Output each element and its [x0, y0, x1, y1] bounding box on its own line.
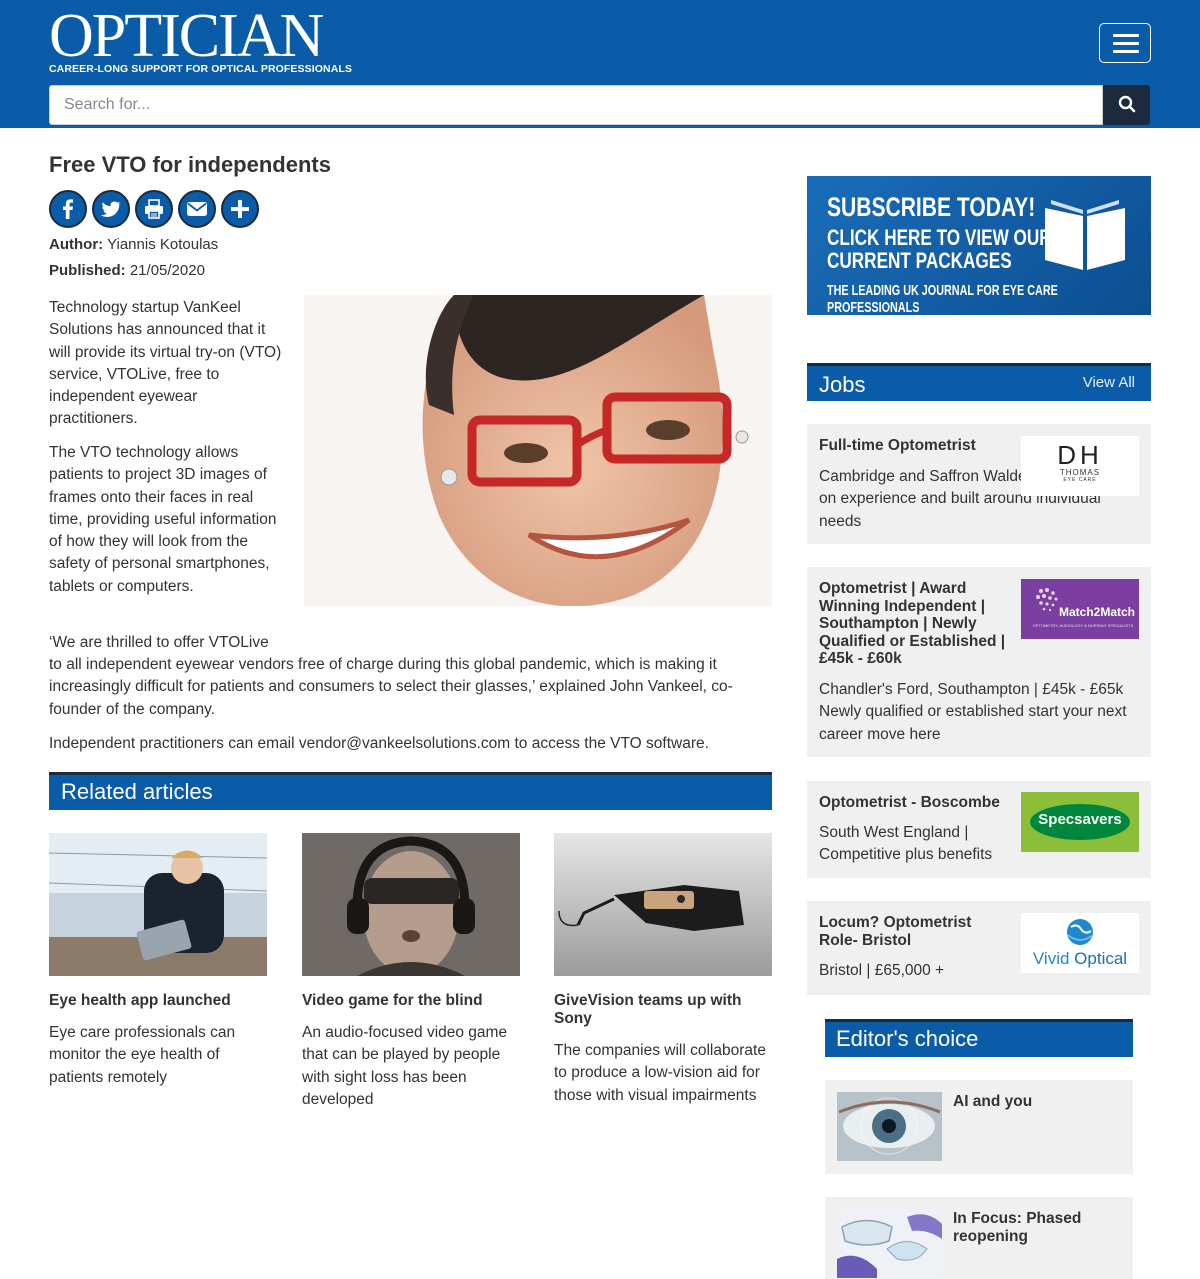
- author-name: Yiannis Kotoulas: [107, 236, 219, 253]
- published-line: Published: 21/05/2020: [49, 262, 205, 279]
- published-date: 21/05/2020: [129, 262, 205, 279]
- job-logo-subtext: OPTOMETRY, AUDIOLOGY & NURSING SPECIALIS…: [1032, 623, 1134, 628]
- job-logo-text: Specsavers: [1038, 811, 1122, 828]
- hamburger-icon-bar: [1113, 50, 1139, 53]
- job-card[interactable]: Locum? Optometrist Role- Bristol Bristol…: [807, 901, 1151, 995]
- article-paragraph: The VTO technology allows patients to pr…: [49, 444, 277, 595]
- facebook-icon: [63, 199, 73, 219]
- match2match-logo-icon: [1036, 588, 1058, 612]
- author-label: Author:: [49, 236, 104, 253]
- job-logo-text-2: Optical: [1074, 949, 1128, 968]
- logo-tagline: CAREER-LONG SUPPORT FOR OPTICAL PROFESSI…: [49, 63, 352, 75]
- subscribe-subline: CLICK HERE TO VIEW OUR CURRENT PACKAGES: [827, 226, 1052, 272]
- search-bar: [49, 85, 1150, 125]
- subscribe-subline-2: CURRENT PACKAGES: [827, 248, 1012, 273]
- editors-choice-image[interactable]: [837, 1092, 942, 1161]
- job-card[interactable]: Optometrist | Award Winning Independent …: [807, 567, 1151, 757]
- search-icon: [1118, 95, 1135, 112]
- globe-icon: [1067, 919, 1094, 945]
- article-hero-image: [304, 295, 772, 606]
- editors-choice-image[interactable]: [837, 1209, 942, 1278]
- related-article-title[interactable]: Eye health app launched: [49, 992, 267, 1010]
- logo-wordmark: OPTICIAN: [49, 2, 324, 70]
- editors-choice-card[interactable]: In Focus: Phased reopening: [825, 1197, 1133, 1279]
- author-line: Author: Yiannis Kotoulas: [49, 236, 218, 253]
- job-title[interactable]: Optometrist | Award Winning Independent …: [819, 580, 1014, 668]
- job-logo-subtext: THOMAS: [1059, 468, 1101, 477]
- search-input[interactable]: [49, 85, 1103, 125]
- job-title[interactable]: Full-time Optometrist: [819, 437, 1014, 455]
- published-label: Published:: [49, 262, 126, 279]
- related-article-card[interactable]: Video game for the blind An audio-focuse…: [302, 833, 520, 1111]
- subscribe-banner[interactable]: SUBSCRIBE TODAY! CLICK HERE TO VIEW OUR …: [807, 176, 1151, 315]
- job-description: Chandler's Ford, Southampton | £45k - £6…: [819, 681, 1127, 743]
- subscribe-footer-text: THE LEADING UK JOURNAL FOR EYE CARE PROF…: [827, 282, 1058, 315]
- book-icon: [1045, 200, 1125, 270]
- article-paragraph: Independent practitioners can email vend…: [49, 735, 709, 752]
- site-header: OPTICIAN CAREER-LONG SUPPORT FOR OPTICAL…: [0, 0, 1200, 128]
- job-card[interactable]: Optometrist - Boscombe South West Englan…: [807, 781, 1151, 878]
- job-title[interactable]: Locum? Optometrist Role- Bristol: [819, 914, 999, 949]
- job-card[interactable]: Full-time Optometrist Cambridge and Saff…: [807, 424, 1151, 544]
- article-paragraph: to all independent eyewear vendors free …: [49, 656, 733, 718]
- related-article-description: The companies will collaborate to produc…: [554, 1042, 766, 1104]
- related-article-image[interactable]: [49, 833, 267, 976]
- related-article-title[interactable]: GiveVision teams up with Sony: [554, 992, 772, 1028]
- related-articles-heading: Related articles: [49, 772, 772, 810]
- jobs-heading: Jobs View All: [807, 363, 1151, 401]
- article-paragraph: ‘We are thrilled to offer VTOLive: [49, 634, 269, 651]
- plus-icon: [231, 200, 249, 218]
- related-article-card[interactable]: GiveVision teams up with Sony The compan…: [554, 833, 772, 1107]
- job-logo-text: DH: [1057, 440, 1103, 470]
- job-description: South West England | Competitive plus be…: [819, 824, 993, 864]
- job-logo[interactable]: DH THOMAS EYE CARE: [1021, 436, 1139, 496]
- search-button[interactable]: [1103, 85, 1150, 125]
- print-button[interactable]: [135, 190, 173, 228]
- related-article-card[interactable]: Eye health app launched Eye care profess…: [49, 833, 267, 1089]
- job-logo-subtext-2: EYE CARE: [1063, 477, 1097, 483]
- editors-choice-card[interactable]: AI and you: [825, 1080, 1133, 1174]
- share-bar: [49, 190, 259, 228]
- editors-choice-title[interactable]: In Focus: Phased reopening: [953, 1210, 1103, 1245]
- job-title[interactable]: Optometrist - Boscombe: [819, 794, 1014, 812]
- job-logo[interactable]: Match2Match OPTOMETRY, AUDIOLOGY & NURSI…: [1021, 579, 1139, 639]
- hamburger-icon-bar: [1113, 42, 1139, 45]
- related-article-image[interactable]: [554, 833, 772, 976]
- job-logo-text-wrap: Vivid Optical: [1021, 949, 1139, 969]
- job-logo[interactable]: Vivid Optical: [1021, 913, 1139, 973]
- related-article-description: An audio-focused video game that can be …: [302, 1024, 508, 1108]
- related-article-image[interactable]: [302, 833, 520, 976]
- more-share-button[interactable]: [221, 190, 259, 228]
- jobs-view-all-link[interactable]: View All: [1083, 374, 1135, 391]
- editors-choice-heading: Editor's choice: [825, 1019, 1133, 1057]
- job-description: Bristol | £65,000 +: [819, 962, 945, 979]
- related-article-title[interactable]: Video game for the blind: [302, 992, 520, 1010]
- job-logo-text: Match2Match: [1059, 605, 1136, 619]
- email-icon: [187, 202, 207, 216]
- article-paragraph: Technology startup VanKeel Solutions has…: [49, 299, 282, 428]
- related-article-description: Eye care professionals can monitor the e…: [49, 1024, 236, 1086]
- editors-choice-title[interactable]: AI and you: [953, 1093, 1032, 1111]
- twitter-icon: [100, 201, 122, 217]
- twitter-share-button[interactable]: [92, 190, 130, 228]
- job-logo-text: Vivid: [1032, 949, 1070, 968]
- print-icon: [145, 199, 163, 219]
- subscribe-headline: SUBSCRIBE TODAY!: [827, 192, 1036, 222]
- article-title: Free VTO for independents: [49, 152, 331, 177]
- hamburger-icon: [1113, 34, 1139, 37]
- job-logo[interactable]: Specsavers: [1021, 792, 1139, 852]
- facebook-share-button[interactable]: [49, 190, 87, 228]
- jobs-heading-title: Jobs: [819, 372, 866, 397]
- subscribe-subline-1: CLICK HERE TO VIEW OUR: [827, 225, 1052, 250]
- email-share-button[interactable]: [178, 190, 216, 228]
- menu-button[interactable]: [1099, 23, 1151, 63]
- site-logo[interactable]: OPTICIAN CAREER-LONG SUPPORT FOR OPTICAL…: [49, 2, 352, 75]
